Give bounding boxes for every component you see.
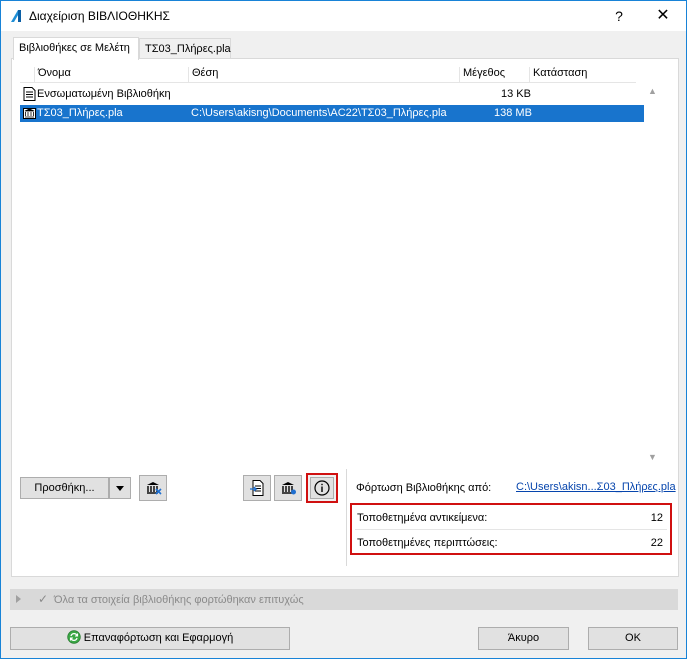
scroll-up-icon[interactable]: ▲: [648, 87, 657, 96]
embedded-library-icon: [23, 87, 36, 101]
stats-separator: [355, 529, 667, 530]
row-size: 138 MB: [494, 107, 532, 119]
library-part-button[interactable]: [243, 475, 271, 501]
placed-objects-row: Τοποθετημένα αντικείμενα: 12: [355, 509, 667, 527]
list-row[interactable]: Ενσωματωμένη Βιβλιοθήκη 13 KB: [20, 86, 652, 103]
add-library-dropdown[interactable]: [109, 477, 131, 499]
row-name: ΤΣ03_Πλήρες.pla: [37, 107, 123, 119]
library-manager-dialog: Διαχείριση ΒΙΒΛΙΟΘΗΚΗΣ ? ✕ Βιβλιοθήκες σ…: [0, 0, 687, 659]
archicad-app-icon: [11, 10, 21, 22]
column-status[interactable]: Κατάσταση: [529, 67, 631, 83]
column-name[interactable]: Όνομα: [34, 67, 189, 83]
row-location: C:\Users\akisng\Documents\AC22\ΤΣ03_Πλήρ…: [191, 107, 447, 119]
window-title: Διαχείριση ΒΙΒΛΙΟΘΗΚΗΣ: [29, 9, 170, 23]
list-row[interactable]: ΤΣ03_Πλήρες.pla C:\Users\akisng\Document…: [20, 105, 652, 122]
chevron-down-icon: [116, 486, 124, 491]
placed-objects-label: Τοποθετημένα αντικείμενα:: [357, 512, 488, 524]
document-export-icon: [250, 480, 264, 496]
row-size: 13 KB: [501, 88, 531, 100]
help-button[interactable]: ?: [597, 1, 641, 31]
load-from-path-link[interactable]: C:\Users\akisn...Σ03_Πλήρες.pla: [516, 481, 676, 493]
ok-button[interactable]: ΟΚ: [588, 627, 678, 650]
reload-and-apply-button[interactable]: Επαναφόρτωση και Εφαρμογή: [10, 627, 290, 650]
add-library-button[interactable]: Προσθήκη...: [20, 477, 109, 499]
library-gear-icon: [282, 482, 296, 495]
status-bar[interactable]: ✓ Όλα τα στοιχεία βιβλιοθήκης φορτώθηκαν…: [10, 589, 678, 610]
list-header: Όνομα Θέση Μέγεθος Κατάσταση: [20, 65, 636, 83]
remove-library-button[interactable]: [139, 475, 167, 501]
library-settings-button[interactable]: [274, 475, 302, 501]
list-scrollbar[interactable]: ▲ ▼: [644, 65, 661, 464]
details-divider: [346, 469, 347, 566]
library-info-button[interactable]: [306, 473, 338, 503]
expand-arrow-icon[interactable]: [16, 595, 21, 603]
placed-instances-value: 22: [650, 537, 663, 549]
placed-objects-value: 12: [650, 512, 663, 524]
placed-stats-box: Τοποθετημένα αντικείμενα: 12 Τοποθετημέν…: [350, 503, 672, 555]
column-size[interactable]: Μέγεθος: [459, 67, 531, 83]
close-button[interactable]: ✕: [641, 1, 685, 31]
placed-instances-label: Τοποθετημένες περιπτώσεις:: [357, 537, 498, 549]
row-name: Ενσωματωμένη Βιβλιοθήκη: [37, 88, 171, 100]
library-container-icon: [23, 108, 36, 119]
library-list[interactable]: Όνομα Θέση Μέγεθος Κατάσταση Ενσωματωμέν…: [20, 65, 652, 464]
info-icon: [314, 480, 330, 496]
remove-library-icon: [147, 482, 162, 495]
tab-panel: Όνομα Θέση Μέγεθος Κατάσταση Ενσωματωμέν…: [11, 58, 679, 577]
status-message: Όλα τα στοιχεία βιβλιοθήκης φορτώθηκαν ε…: [54, 594, 304, 606]
reload-icon: [67, 630, 81, 644]
cancel-button[interactable]: Άκυρο: [478, 627, 569, 650]
check-icon: ✓: [38, 592, 49, 606]
column-location[interactable]: Θέση: [188, 67, 459, 83]
reload-and-apply-label: Επαναφόρτωση και Εφαρμογή: [83, 632, 234, 644]
load-from-label: Φόρτωση Βιβλιοθήκης από:: [356, 482, 492, 494]
placed-instances-row: Τοποθετημένες περιπτώσεις: 22: [355, 534, 667, 552]
library-info-button-face[interactable]: [310, 477, 334, 499]
scroll-down-icon[interactable]: ▼: [648, 453, 657, 462]
tab-ts03-pla[interactable]: ΤΣ03_Πλήρες.pla: [139, 38, 231, 59]
tab-libraries-in-project[interactable]: Βιβλιοθήκες σε Μελέτη: [13, 37, 139, 60]
title-bar: Διαχείριση ΒΙΒΛΙΟΘΗΚΗΣ ? ✕: [1, 1, 686, 31]
